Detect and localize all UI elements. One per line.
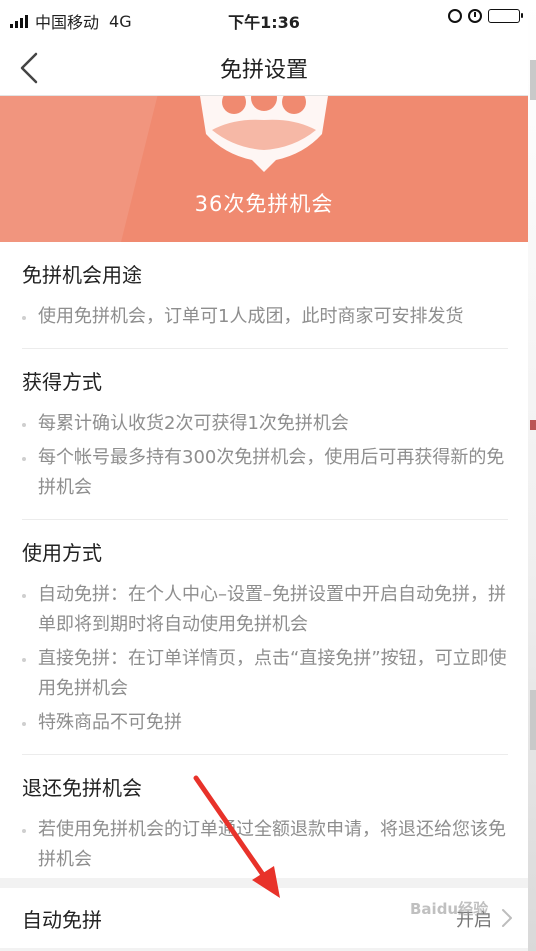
item-text: 直接免拼：在订单详情页，点击“直接免拼”按钮，可立即使用免拼机会 <box>38 648 507 699</box>
banner: 36次免拼机会 <box>0 96 528 242</box>
bullet-icon <box>22 644 38 704</box>
page-title: 免拼设置 <box>219 58 308 83</box>
list-item: 每个帐号最多持有300次免拼机会，使用后可再获得新的免拼机会 <box>22 443 508 503</box>
auto-free-pin-label: 自动免拼 <box>22 908 102 932</box>
bullet-icon <box>22 815 38 875</box>
status-bar: 中国移动 4G 下午1:36 <box>0 0 528 38</box>
section-usage: 免拼机会用途 使用免拼机会，订单可1人成团，此时商家可安排发货 <box>22 242 508 349</box>
nav-bar: 免拼设置 <box>0 38 528 96</box>
battery-icon <box>488 9 523 23</box>
banner-sheen <box>0 96 158 242</box>
section-title: 免拼机会用途 <box>22 263 142 287</box>
bullet-icon <box>22 409 38 439</box>
group-people-icon <box>200 96 328 172</box>
section-how-to-use: 使用方式 自动免拼：在个人中心–设置–免拼设置中开启自动免拼，拼单即将到期时将自… <box>22 520 508 755</box>
item-text: 每个帐号最多持有300次免拼机会，使用后可再获得新的免拼机会 <box>38 447 505 498</box>
list-item: 自动免拼：在个人中心–设置–免拼设置中开启自动免拼，拼单即将到期时将自动使用免拼… <box>22 580 508 640</box>
list-item: 使用免拼机会，订单可1人成团，此时商家可安排发货 <box>22 302 508 332</box>
red-arrow-annotation-icon <box>193 775 280 898</box>
status-right <box>448 9 523 23</box>
alarm-icon <box>468 9 482 23</box>
item-text: 每累计确认收货2次可获得1次免拼机会 <box>38 413 349 434</box>
list-item: 特殊商品不可免拼 <box>22 708 508 738</box>
section-title: 获得方式 <box>22 370 102 394</box>
bullet-icon <box>22 580 38 640</box>
section-obtain: 获得方式 每累计确认收货2次可获得1次免拼机会 每个帐号最多持有300次免拼机会… <box>22 349 508 520</box>
free-chances-count: 36次免拼机会 <box>194 192 334 216</box>
item-text: 使用免拼机会，订单可1人成团，此时商家可安排发货 <box>38 306 464 327</box>
orientation-lock-icon <box>448 9 462 23</box>
list-item: 直接免拼：在订单详情页，点击“直接免拼”按钮，可立即使用免拼机会 <box>22 644 508 704</box>
item-text: 自动免拼：在个人中心–设置–免拼设置中开启自动免拼，拼单即将到期时将自动使用免拼… <box>38 584 506 635</box>
bullet-icon <box>22 443 38 503</box>
bullet-icon <box>22 708 38 738</box>
phone-screen: 中国移动 4G 下午1:36 免拼设置 36次免拼机会 免拼机会用途 使用免拼机… <box>0 0 528 951</box>
side-strip <box>528 0 536 951</box>
list-item: 每累计确认收货2次可获得1次免拼机会 <box>22 409 508 439</box>
item-text: 特殊商品不可免拼 <box>38 712 182 733</box>
watermark: Baidu经验 <box>410 900 489 918</box>
bullet-icon <box>22 302 38 332</box>
chevron-right-icon <box>502 909 512 927</box>
section-title: 使用方式 <box>22 541 102 565</box>
